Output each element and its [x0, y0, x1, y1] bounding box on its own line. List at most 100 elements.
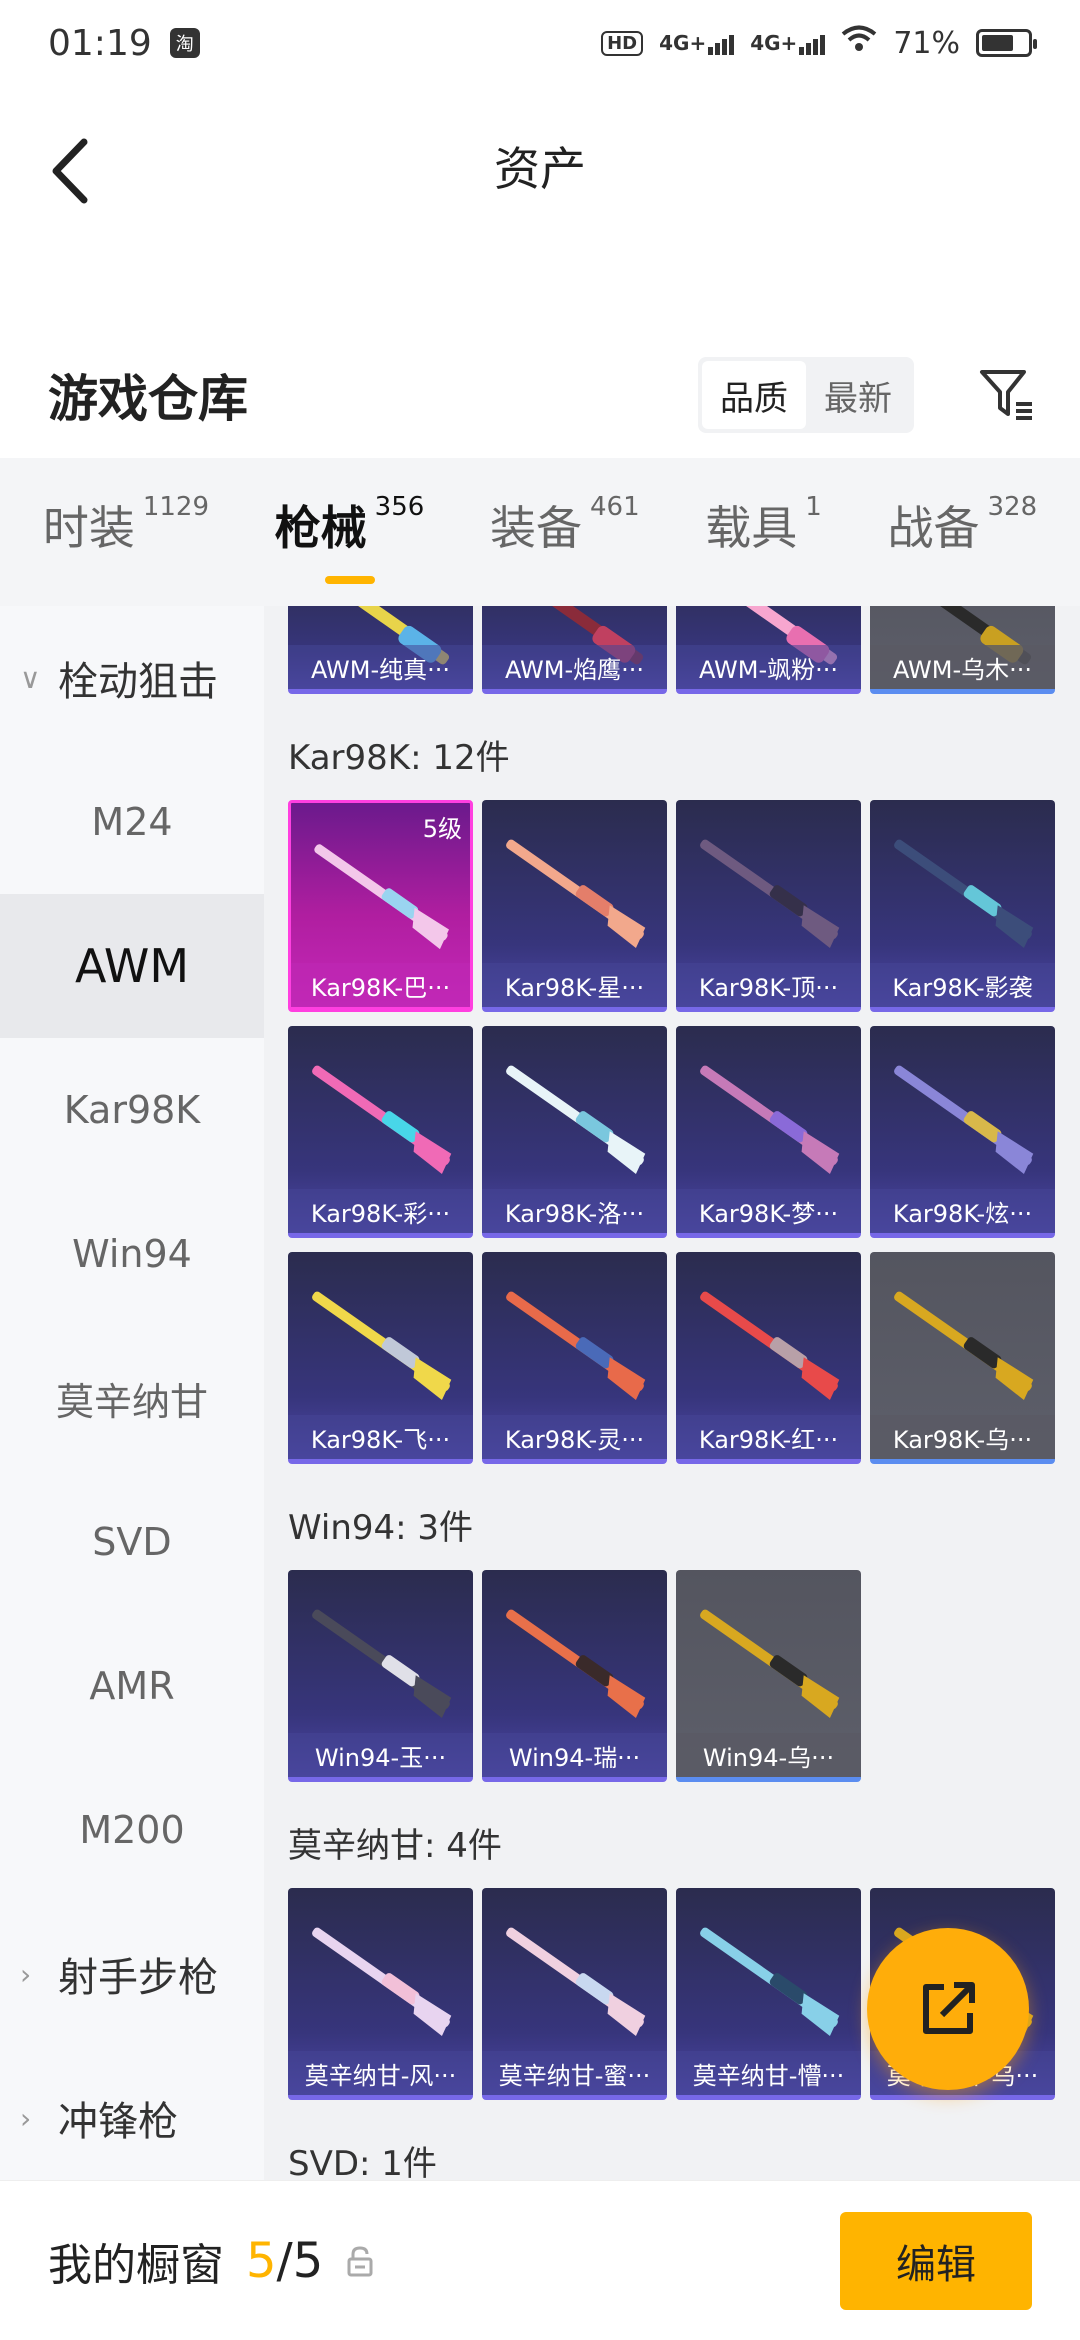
weapon-name: 莫辛纳甘-懵···: [676, 2051, 861, 2095]
showcase-bar: 我的橱窗 5/5 编辑: [0, 2180, 1080, 2340]
weapon-card[interactable]: Win94-乌···: [676, 1570, 861, 1782]
rifle-icon: [894, 1291, 1034, 1401]
wifi-icon: [841, 25, 877, 61]
weapon-name: Kar98K-彩···: [288, 1189, 473, 1233]
sidebar-item-win94[interactable]: Win94: [0, 1182, 264, 1326]
rifle-icon: [700, 839, 840, 949]
sidebar-item-amr[interactable]: AMR: [0, 1614, 264, 1758]
weapon-card[interactable]: Kar98K-灵···: [482, 1252, 667, 1464]
weapon-name: Kar98K-星···: [482, 963, 667, 1007]
weapon-name: 莫辛纳甘-风···: [288, 2051, 473, 2095]
sidebar-item-awm[interactable]: AWM: [0, 894, 264, 1038]
sidebar-item-m200[interactable]: M200: [0, 1758, 264, 1902]
weapon-card[interactable]: Kar98K-飞···: [288, 1252, 473, 1464]
weapon-name: Win94-玉···: [288, 1733, 473, 1777]
chevron-down-icon: ∨: [20, 661, 41, 695]
tab-firearms[interactable]: 枪械 356: [275, 492, 424, 584]
section-title-svd: SVD: 1件: [288, 2143, 437, 2181]
weapon-card[interactable]: AWM-飒粉···: [676, 606, 861, 694]
weapon-name: Kar98K-飞···: [288, 1415, 473, 1459]
weapon-card[interactable]: AWM-乌木···: [870, 606, 1055, 694]
weapon-name: Kar98K-红···: [676, 1415, 861, 1459]
weapon-card[interactable]: Kar98K-星···: [482, 800, 667, 1012]
weapon-card[interactable]: Kar98K-乌···: [870, 1252, 1055, 1464]
rifle-icon: [894, 1065, 1034, 1175]
tab-vehicles[interactable]: 载具 1: [705, 492, 822, 572]
sort-quality-button[interactable]: 品质: [702, 361, 806, 429]
section-title-kar98k: Kar98K: 12件: [288, 737, 510, 778]
weapon-name: Kar98K-乌···: [870, 1415, 1055, 1459]
warehouse-title: 游戏仓库: [48, 370, 248, 428]
status-icons: HD 4G+ 4G+ 71%: [601, 25, 1037, 61]
battery-icon: [976, 29, 1037, 57]
lock-icon: [347, 2245, 373, 2276]
weapon-name: Kar98K-巴···: [291, 963, 470, 1007]
rifle-icon: [700, 1609, 840, 1719]
warehouse-header: 游戏仓库 品质 最新: [0, 340, 1080, 450]
tab-supplies[interactable]: 战备 328: [888, 492, 1038, 572]
weapon-card[interactable]: Kar98K-梦···: [676, 1026, 861, 1238]
weapon-card[interactable]: 莫辛纳甘-蜜···: [482, 1888, 667, 2100]
weapon-name: Win94-乌···: [676, 1733, 861, 1777]
weapon-card[interactable]: Kar98K-红···: [676, 1252, 861, 1464]
rifle-icon: [312, 1065, 452, 1175]
rifle-icon: [700, 1927, 840, 2037]
hd-icon: HD: [601, 30, 644, 56]
rifle-icon: [506, 1927, 646, 2037]
share-fab-button[interactable]: [867, 1928, 1029, 2090]
rifle-icon: [506, 1609, 646, 1719]
filter-button[interactable]: [972, 360, 1042, 430]
section-title-win94: Win94: 3件: [288, 1507, 474, 1548]
rifle-icon: [506, 1291, 646, 1401]
sidebar-group-smg[interactable]: › 冲锋枪: [0, 2046, 264, 2180]
weapon-card[interactable]: Win94-玉···: [288, 1570, 473, 1782]
chevron-right-icon: ›: [20, 1957, 32, 1991]
external-link-icon: [923, 1982, 975, 2034]
rifle-icon: [506, 839, 646, 949]
taobao-notification-icon: 淘: [169, 28, 200, 58]
weapon-card[interactable]: 5级 Kar98K-巴···: [288, 800, 473, 1012]
weapon-side-menu: ∨ 栓动狙击 M24 AWM Kar98K Win94 莫辛纳甘 SVD AMR …: [0, 606, 264, 2180]
weapon-card[interactable]: Kar98K-影袭: [870, 800, 1055, 1012]
weapon-card[interactable]: 莫辛纳甘-风···: [288, 1888, 473, 2100]
sidebar-group-marksman[interactable]: › 射手步枪: [0, 1902, 264, 2046]
chevron-left-icon: [52, 138, 88, 204]
weapon-name: Kar98K-顶···: [676, 963, 861, 1007]
sidebar-item-mosin[interactable]: 莫辛纳甘: [0, 1326, 264, 1470]
status-time: 01:19: [48, 22, 152, 64]
tab-equipment[interactable]: 装备 461: [490, 492, 640, 572]
tab-fashion[interactable]: 时装 1129: [43, 492, 209, 572]
signal-icon-2: 4G+: [750, 31, 826, 55]
sidebar-item-kar98k[interactable]: Kar98K: [0, 1038, 264, 1182]
showcase-count: 5/5: [246, 2232, 324, 2289]
weapon-card[interactable]: Kar98K-洛···: [482, 1026, 667, 1238]
weapon-name: Win94-瑞···: [482, 1733, 667, 1777]
rifle-icon: [506, 1065, 646, 1175]
battery-percent: 71%: [893, 25, 960, 61]
rifle-icon: [312, 1927, 452, 2037]
showcase-label: 我的橱窗: [48, 2239, 224, 2291]
sidebar-item-m24[interactable]: M24: [0, 750, 264, 894]
weapon-card[interactable]: Kar98K-炫···: [870, 1026, 1055, 1238]
weapon-name: Kar98K-灵···: [482, 1415, 667, 1459]
sort-newest-button[interactable]: 最新: [806, 361, 910, 429]
edit-button[interactable]: 编辑: [840, 2211, 1032, 2310]
back-button[interactable]: [40, 126, 100, 216]
category-tabs: 时装 1129 枪械 356 装备 461 载具 1 战备 328: [0, 458, 1080, 606]
weapon-card[interactable]: 莫辛纳甘-懵···: [676, 1888, 861, 2100]
weapon-card[interactable]: AWM-焰鹰···: [482, 606, 667, 694]
weapon-card[interactable]: Kar98K-顶···: [676, 800, 861, 1012]
level-badge: 5级: [422, 815, 462, 843]
weapon-name: Kar98K-梦···: [676, 1189, 861, 1233]
page-title: 资产: [494, 142, 586, 196]
filter-icon: [980, 370, 1032, 420]
rifle-icon: [312, 1291, 452, 1401]
weapon-card[interactable]: Kar98K-彩···: [288, 1026, 473, 1238]
weapon-name: Kar98K-炫···: [870, 1189, 1055, 1233]
weapon-card[interactable]: Win94-瑞···: [482, 1570, 667, 1782]
weapon-card[interactable]: AWM-纯真···: [288, 606, 473, 694]
weapon-name: Kar98K-影袭: [870, 963, 1055, 1007]
sidebar-item-svd[interactable]: SVD: [0, 1470, 264, 1614]
sidebar-group-bolt-action[interactable]: ∨ 栓动狙击: [0, 606, 264, 750]
chevron-right-icon: ›: [20, 2101, 32, 2135]
